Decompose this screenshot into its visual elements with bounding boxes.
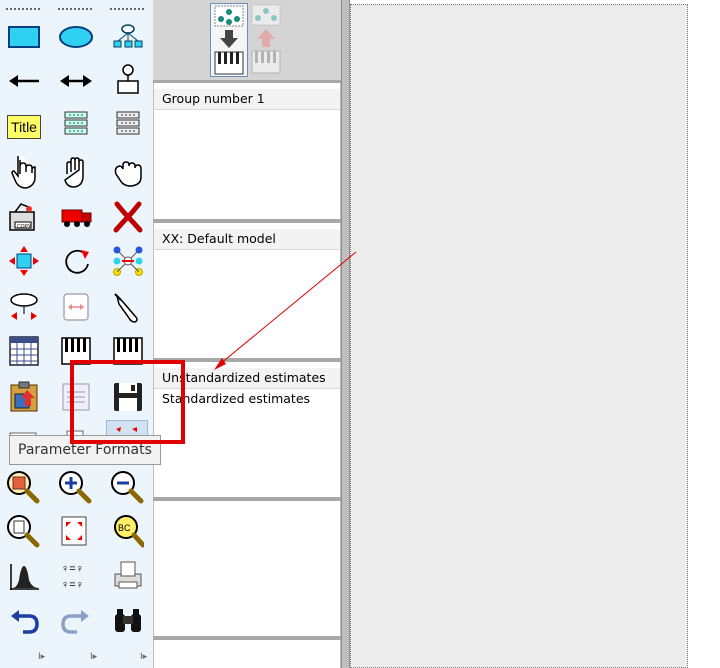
single-headed-arrow-icon[interactable] xyxy=(6,64,42,98)
model-panels: Group number 1 XX: Default model Unstand… xyxy=(153,0,341,668)
view-page-icon[interactable] xyxy=(4,514,40,548)
model-list-item[interactable]: XX: Default model xyxy=(154,229,340,250)
specification-search-icon[interactable]: ♀=♀ ♀=♀ xyxy=(58,558,94,592)
view-toggle-area xyxy=(153,0,341,83)
magnify-diagram-icon[interactable]: BC xyxy=(108,514,144,548)
files-panel xyxy=(153,640,341,668)
toolbar-grip xyxy=(58,8,92,12)
move-parameter-values-icon[interactable] xyxy=(6,290,42,324)
undo-icon[interactable] xyxy=(6,604,42,638)
touch-up-variable-icon[interactable] xyxy=(110,290,146,324)
svg-text:♀=♀: ♀=♀ xyxy=(61,563,84,575)
select-one-object-hand-icon[interactable] xyxy=(6,156,42,190)
svg-text:BC: BC xyxy=(118,523,131,533)
move-objects-truck-icon[interactable] xyxy=(58,200,94,234)
view-input-path-diagram-button[interactable] xyxy=(210,3,248,77)
draw-observed-variable-icon[interactable] xyxy=(6,20,42,54)
duplicate-objects-icon[interactable]: COPY xyxy=(6,200,42,234)
preserve-symmetries-icon[interactable] xyxy=(58,290,94,324)
groups-panel: Group number 1 xyxy=(153,83,341,219)
models-panel: XX: Default model xyxy=(153,223,341,358)
zoom-out-icon[interactable] xyxy=(108,470,144,504)
list-variables-in-model-icon[interactable] xyxy=(58,108,94,142)
degrees-of-freedom-icon[interactable] xyxy=(6,560,42,594)
draw-unobserved-variable-icon[interactable] xyxy=(58,20,94,54)
more-tools-indicator[interactable]: I▸ xyxy=(140,652,147,662)
toolbox: Title COPY BC ♀=♀ ♀=♀ I▸ I▸ I▸ xyxy=(0,0,154,668)
zoom-selected-icon[interactable] xyxy=(4,470,40,504)
list-variables-in-dataset-icon[interactable] xyxy=(110,108,146,142)
figure-caption-tool[interactable]: Title xyxy=(6,110,42,144)
redo-icon[interactable] xyxy=(58,604,94,638)
copy-path-diagram-clipboard-icon[interactable] xyxy=(6,380,42,414)
reflect-indicators-icon[interactable] xyxy=(110,244,146,278)
more-tools-indicator[interactable]: I▸ xyxy=(90,652,97,662)
svg-text:♀=♀: ♀=♀ xyxy=(61,579,84,591)
select-all-objects-hand-icon[interactable] xyxy=(58,156,94,190)
view-output-path-diagram-button[interactable] xyxy=(248,3,284,77)
resize-diagram-to-fit-page-icon[interactable] xyxy=(56,514,92,548)
window-margin xyxy=(688,0,720,668)
double-headed-arrow-icon[interactable] xyxy=(58,64,94,98)
unique-variable-icon[interactable] xyxy=(110,62,146,96)
deselect-all-objects-hand-icon[interactable] xyxy=(110,156,146,190)
erase-objects-icon[interactable] xyxy=(110,200,146,234)
group-list-item[interactable]: Group number 1 xyxy=(154,89,340,110)
zoom-in-icon[interactable] xyxy=(56,470,92,504)
title-tool-label: Title xyxy=(7,115,41,139)
svg-text:COPY: COPY xyxy=(17,224,32,230)
pane-splitter[interactable] xyxy=(341,0,350,668)
rotate-indicators-icon[interactable] xyxy=(58,244,94,278)
select-data-files-icon[interactable] xyxy=(6,334,42,368)
change-shape-of-objects-icon[interactable] xyxy=(6,244,42,278)
red-highlight-box xyxy=(70,360,185,444)
print-diagram-icon[interactable] xyxy=(110,558,146,592)
computation-summary-panel xyxy=(153,501,341,636)
more-tools-indicator[interactable]: I▸ xyxy=(38,652,45,662)
toolbar-grip xyxy=(110,8,144,12)
path-diagram-canvas[interactable] xyxy=(350,4,688,668)
toolbar-grip xyxy=(6,8,40,12)
draw-latent-variable-indicators-icon[interactable] xyxy=(110,20,146,54)
binoculars-search-icon[interactable] xyxy=(110,604,146,638)
